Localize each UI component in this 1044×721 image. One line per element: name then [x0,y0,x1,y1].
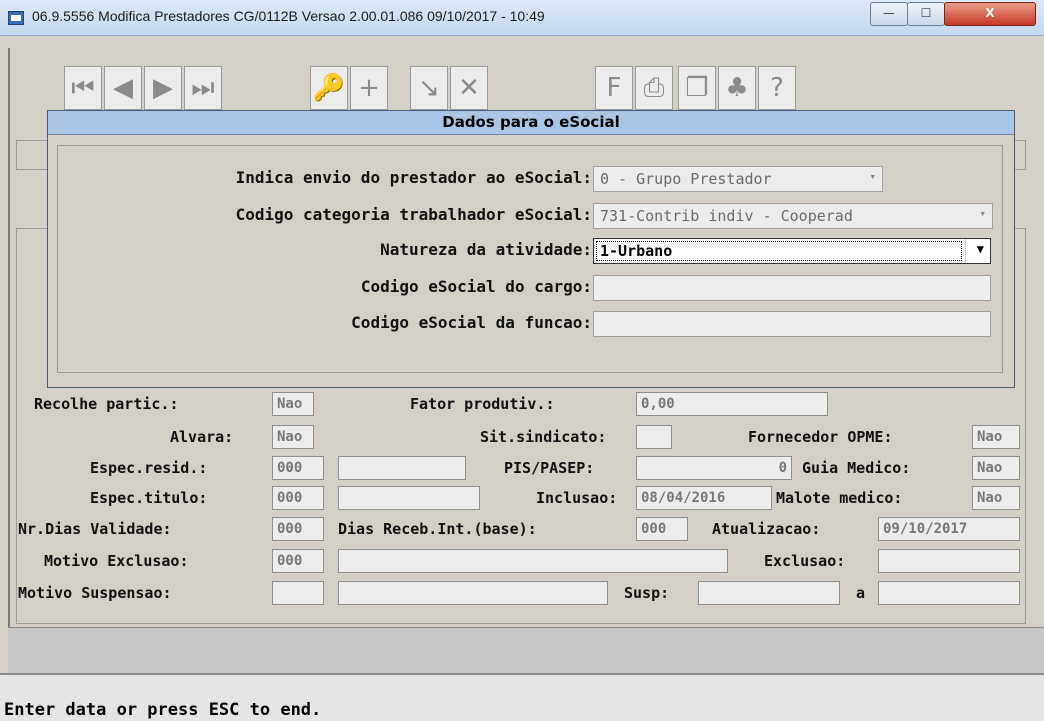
dialog-groupbox: Indica envio do prestador ao eSocial: 0 … [57,145,1003,373]
espec-titulo-label: Espec.titulo: [90,489,208,507]
espec-titulo-field[interactable]: 000 [272,486,324,510]
malote-medico-field[interactable]: Nao [972,486,1020,510]
codigo-categoria-select[interactable]: 731-Contrib indiv - Cooperad ▾ [593,203,993,229]
chevron-down-icon: ▾ [979,207,986,220]
codigo-cargo-field[interactable] [593,275,991,301]
button-bar [8,627,1044,673]
dropdown-separator [965,239,966,263]
codigo-funcao-field[interactable] [593,311,991,337]
espec-resid-label: Espec.resid.: [90,459,208,477]
motivo-suspensao-label: Motivo Suspensao: [18,584,172,602]
fator-produtiv-field[interactable]: 0,00 [636,392,828,416]
minimize-button[interactable]: — [870,2,908,26]
dias-receb-field[interactable]: 000 [636,517,688,541]
alvara-field[interactable]: Nao [272,425,314,449]
copy-icon[interactable]: ❐ [678,66,716,110]
atualizacao-label: Atualizacao: [712,520,821,538]
pis-pasep-field[interactable]: 0 [636,456,792,480]
guia-medico-field[interactable]: Nao [972,456,1020,480]
indica-envio-select[interactable]: 0 - Grupo Prestador ▾ [593,166,883,192]
fornecedor-opme-field[interactable]: Nao [972,425,1020,449]
guia-medico-label: Guia Medico: [802,459,911,477]
sit-sindicato-field[interactable] [636,425,672,449]
maximize-button[interactable]: ☐ [907,2,945,26]
atualizacao-field[interactable]: 09/10/2017 [878,517,1020,541]
espec-resid-desc-field[interactable] [338,456,466,480]
focus-rect [596,241,962,261]
key-icon[interactable]: 🔑 [310,66,348,110]
exclusao-label: Exclusao: [764,552,846,570]
sit-sindicato-label: Sit.sindicato: [480,428,607,446]
previous-record-icon[interactable]: ◀ [104,66,142,110]
natureza-select[interactable]: 1-Urbano ▼ [593,238,991,264]
window-controls: — ☐ X [870,2,1038,26]
motivo-exclusao-desc-field[interactable] [338,549,728,573]
filter-icon[interactable]: F [595,66,633,110]
nr-dias-validade-label: Nr.Dias Validade: [18,520,172,538]
chevron-down-icon: ▾ [869,170,876,183]
codigo-categoria-value: 731-Contrib indiv - Cooperad [600,207,853,225]
motivo-suspensao-desc-field[interactable] [338,581,608,605]
nr-dias-validade-field[interactable]: 000 [272,517,324,541]
title-bar: 06.9.5556 Modifica Prestadores CG/0112B … [0,0,1044,36]
edit-icon[interactable]: ↘ [410,66,448,110]
susp-label: Susp: [624,584,670,602]
indica-envio-value: 0 - Grupo Prestador [600,170,772,188]
fornecedor-opme-label: Fornecedor OPME: [748,428,893,446]
dialog-title: Dados para o eSocial [48,111,1014,135]
pis-pasep-label: PIS/PASEP: [504,459,595,477]
susp-a-label: a [856,584,866,602]
malote-medico-label: Malote medico: [776,489,903,507]
susp-end-field[interactable] [878,581,1020,605]
recolhe-partic-label: Recolhe partic.: [34,395,179,413]
last-record-icon[interactable]: ⏭ [184,66,222,110]
esocial-dialog: Dados para o eSocial Indica envio do pre… [47,110,1015,388]
print-icon[interactable]: ⎙ [635,66,673,110]
left-border [8,48,10,688]
close-button[interactable]: X [944,2,1036,26]
codigo-categoria-label: Codigo categoria trabalhador eSocial: [235,205,592,224]
help-icon[interactable]: ? [758,66,796,110]
motivo-exclusao-label: Motivo Exclusao: [44,552,189,570]
dias-receb-label: Dias Receb.Int.(base): [338,520,537,538]
natureza-label: Natureza da atividade: [380,240,592,259]
motivo-suspensao-field[interactable] [272,581,324,605]
susp-start-field[interactable] [698,581,840,605]
exit-icon[interactable]: ♣ [718,66,756,110]
next-record-icon[interactable]: ▶ [144,66,182,110]
inclusao-label: Inclusao: [536,489,618,507]
window-title: 06.9.5556 Modifica Prestadores CG/0112B … [32,8,545,24]
exclusao-field[interactable] [878,549,1020,573]
codigo-funcao-label: Codigo eSocial da funcao: [351,313,592,332]
app-icon [8,11,24,25]
recolhe-partic-field[interactable]: Nao [272,392,314,416]
alvara-label: Alvara: [170,428,234,446]
indica-envio-label: Indica envio do prestador ao eSocial: [235,168,592,187]
first-record-icon[interactable]: ⏮ [64,66,102,110]
inclusao-field[interactable]: 08/04/2016 [636,486,772,510]
delete-icon[interactable]: ✕ [450,66,488,110]
fator-produtiv-label: Fator produtiv.: [410,395,555,413]
motivo-exclusao-field[interactable]: 000 [272,549,324,573]
status-message: Enter data or press ESC to end. [4,700,322,720]
chevron-down-icon[interactable]: ▼ [977,242,984,256]
codigo-cargo-label: Codigo eSocial do cargo: [360,277,592,296]
add-icon[interactable]: + [350,66,388,110]
espec-titulo-desc-field[interactable] [338,486,480,510]
espec-resid-field[interactable]: 000 [272,456,324,480]
